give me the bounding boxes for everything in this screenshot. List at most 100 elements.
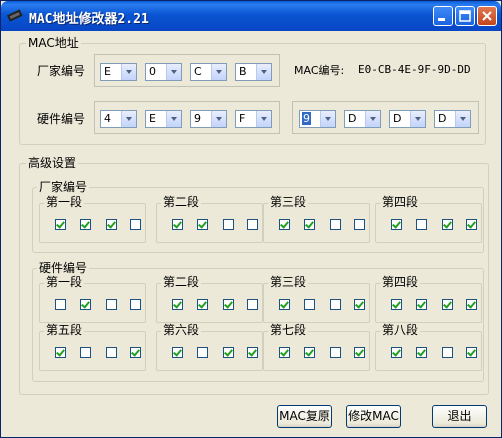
device-segment-8-bit-2-checkbox[interactable] (416, 347, 427, 358)
device-byte6-select[interactable]: D (344, 110, 381, 128)
device-segment-3-bit-4-checkbox[interactable] (354, 299, 365, 310)
mac-restore-button[interactable]: MAC复原 (277, 405, 332, 428)
device-segment-4-bit-2-checkbox[interactable] (416, 299, 427, 310)
chevron-down-icon[interactable] (410, 111, 425, 127)
vendor-byte1-value: E (104, 65, 111, 78)
vendor-segment-3-bit-1-checkbox[interactable] (279, 219, 290, 230)
vendor-segment-3-bit-2-checkbox[interactable] (304, 219, 315, 230)
chevron-down-icon[interactable] (166, 111, 181, 127)
device-byte3-value: 9 (194, 112, 201, 125)
mac-address-legend: MAC地址 (26, 36, 81, 51)
device-segment-3-bit-2-checkbox[interactable] (304, 299, 315, 310)
vendor-segment-3: 第三段 (263, 195, 370, 243)
device-segment-5-bit-4-checkbox[interactable] (130, 347, 141, 358)
device-segment-2-bit-3-checkbox[interactable] (223, 299, 234, 310)
device-segment-label: 第四段 (380, 275, 421, 290)
device-segment-6-bit-2-checkbox[interactable] (197, 347, 208, 358)
device-segment-5-bit-2-checkbox[interactable] (80, 347, 91, 358)
vendor-byte3-select[interactable]: C (190, 63, 227, 81)
device-segment-4-bit-3-checkbox[interactable] (442, 299, 453, 310)
device-segment-label: 第一段 (44, 275, 85, 290)
device-segment-7-bit-3-checkbox[interactable] (330, 347, 341, 358)
device-byte4-select[interactable]: F (235, 110, 272, 128)
chevron-down-icon[interactable] (256, 111, 271, 127)
device-byte1-select[interactable]: 4 (100, 110, 137, 128)
vendor-segment-1-bit-3-checkbox[interactable] (106, 219, 117, 230)
vendor-segment-3-bit-4-checkbox[interactable] (354, 219, 365, 230)
device-segment-1-bit-3-checkbox[interactable] (106, 299, 117, 310)
vendor-segment-1-bit-1-checkbox[interactable] (55, 219, 66, 230)
device-segment-8-bit-1-checkbox[interactable] (391, 347, 402, 358)
close-button[interactable] (477, 6, 497, 26)
minimize-button[interactable] (433, 6, 453, 26)
device-segment-7-bit-2-checkbox[interactable] (304, 347, 315, 358)
device-segment-6-bit-3-checkbox[interactable] (223, 347, 234, 358)
device-segment-3: 第三段 (263, 275, 370, 323)
chevron-down-icon[interactable] (320, 111, 335, 127)
vendor-segment-label: 第二段 (161, 195, 202, 210)
device-segment-7: 第七段 (263, 323, 370, 371)
device-byte6-value: D (348, 112, 357, 125)
vendor-segment-2-bit-2-checkbox[interactable] (197, 219, 208, 230)
chevron-down-icon[interactable] (166, 64, 181, 80)
vendor-segment-2-bit-1-checkbox[interactable] (172, 219, 183, 230)
vendor-segment-1-bit-4-checkbox[interactable] (130, 219, 141, 230)
exit-button[interactable]: 退出 (432, 405, 487, 428)
vendor-byte2-value: 0 (149, 65, 156, 78)
vendor-segment-4-bit-2-checkbox[interactable] (416, 219, 427, 230)
device-segment-2-bit-1-checkbox[interactable] (172, 299, 183, 310)
device-segment-7-bit-4-checkbox[interactable] (354, 347, 365, 358)
vendor-byte1-select[interactable]: E (100, 63, 137, 81)
device-segment-8-bit-4-checkbox[interactable] (466, 347, 477, 358)
device-byte7-select[interactable]: D (389, 110, 426, 128)
device-segment-5-bit-3-checkbox[interactable] (106, 347, 117, 358)
device-byte8-value: D (438, 112, 447, 125)
modify-mac-button[interactable]: 修改MAC (346, 405, 401, 428)
chevron-down-icon[interactable] (365, 111, 380, 127)
vendor-segment-3-bit-3-checkbox[interactable] (330, 219, 341, 230)
device-segment-1-bit-4-checkbox[interactable] (130, 299, 141, 310)
vendor-byte2-select[interactable]: 0 (145, 63, 182, 81)
chevron-down-icon[interactable] (121, 64, 136, 80)
chevron-down-icon[interactable] (211, 64, 226, 80)
device-byte5-value: 9 (302, 112, 311, 125)
device-segment-5-bit-1-checkbox[interactable] (55, 347, 66, 358)
title-bar[interactable]: MAC地址修改器2.21 (1, 1, 501, 31)
device-segment-label: 第二段 (161, 275, 202, 290)
device-segment-2-bit-2-checkbox[interactable] (197, 299, 208, 310)
device-byte5-select[interactable]: 9 (299, 110, 336, 128)
chevron-down-icon[interactable] (211, 111, 226, 127)
device-segment-4-bit-4-checkbox[interactable] (466, 299, 477, 310)
device-segment-6-bit-1-checkbox[interactable] (172, 347, 183, 358)
device-byte2-select[interactable]: E (145, 110, 182, 128)
maximize-button[interactable] (455, 6, 475, 26)
chevron-down-icon[interactable] (455, 111, 470, 127)
vendor-segment-2-bit-3-checkbox[interactable] (223, 219, 234, 230)
device-segment-4-bit-1-checkbox[interactable] (391, 299, 402, 310)
chevron-down-icon[interactable] (256, 64, 271, 80)
vendor-segment-1-bit-2-checkbox[interactable] (80, 219, 91, 230)
device-segment-8-bit-3-checkbox[interactable] (442, 347, 453, 358)
device-segment-3-bit-1-checkbox[interactable] (279, 299, 290, 310)
device-segment-label: 第七段 (268, 323, 309, 338)
device-byte2-value: E (149, 112, 156, 125)
device-byte3-select[interactable]: 9 (190, 110, 227, 128)
vendor-segment-2-bit-4-checkbox[interactable] (247, 219, 258, 230)
vendor-segment-4-bit-4-checkbox[interactable] (466, 219, 477, 230)
vendor-segment-4-bit-3-checkbox[interactable] (442, 219, 453, 230)
mac-code-value: E0-CB-4E-9F-9D-DD (358, 63, 471, 76)
device-segment-1-bit-2-checkbox[interactable] (80, 299, 91, 310)
device-byte8-select[interactable]: D (434, 110, 471, 128)
device-segment-6-bit-4-checkbox[interactable] (247, 347, 258, 358)
vendor-bits-legend: 厂家编号 (37, 180, 90, 195)
device-segment-7-bit-1-checkbox[interactable] (279, 347, 290, 358)
vendor-byte4-select[interactable]: B (235, 63, 272, 81)
chevron-down-icon[interactable] (121, 111, 136, 127)
device-segment-3-bit-3-checkbox[interactable] (330, 299, 341, 310)
device-segment-5: 第五段 (39, 323, 146, 371)
app-icon (6, 9, 23, 23)
vendor-segment-4-bit-1-checkbox[interactable] (391, 219, 402, 230)
device-segment-label: 第六段 (161, 323, 202, 338)
device-segment-2-bit-4-checkbox[interactable] (247, 299, 258, 310)
device-segment-1-bit-1-checkbox[interactable] (55, 299, 66, 310)
